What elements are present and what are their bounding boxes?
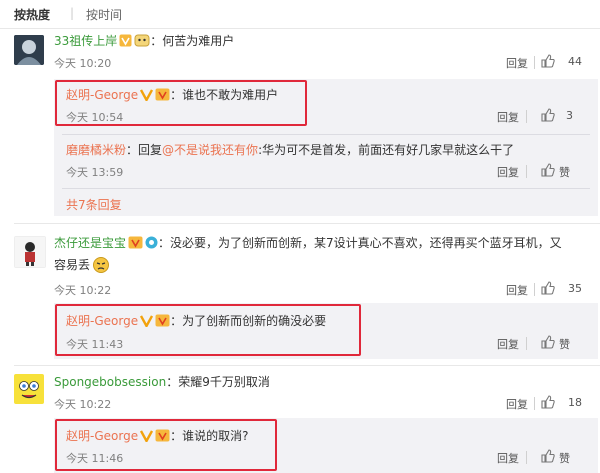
reply-text: 谁也不敢为难用户 [182, 88, 279, 102]
comment-time: 今天 10:22 [54, 284, 112, 297]
divider [14, 365, 600, 366]
reply-button[interactable]: 回复 [497, 109, 519, 125]
like-count: 44 [568, 55, 582, 68]
eye-badge-icon [145, 236, 158, 249]
like-label[interactable]: 赞 [559, 164, 570, 180]
reply-button[interactable]: 回复 [497, 336, 519, 352]
reply-line: 赵明-George ：谁也不敢为难用户 [66, 87, 278, 103]
reply-line: 磨磨橘米粉：回复@不是说我还有你:华为可不是首发，前面还有好几家早就这么干了 [66, 142, 514, 158]
verified-v-icon [140, 88, 154, 103]
reply-colon: ： [126, 143, 139, 157]
reply-button[interactable]: 回复 [497, 164, 519, 180]
vip-badge-icon [128, 236, 143, 249]
reply-prefix: 回复 [138, 143, 163, 157]
reply-colon: ： [170, 429, 183, 443]
reply-time: 今天 11:43 [66, 338, 124, 351]
avatar[interactable] [14, 236, 46, 268]
comment-line: 容易丢 [54, 257, 110, 273]
comment-author[interactable]: Spongebobsession [54, 375, 166, 389]
cat-emoji-icon [134, 34, 150, 47]
comment-colon: ： [158, 236, 171, 250]
divider [534, 283, 535, 296]
avatar-image [14, 35, 44, 65]
like-icon[interactable] [541, 281, 555, 295]
comment-time: 今天 10:20 [54, 57, 112, 70]
divider [526, 165, 527, 178]
vip-badge-icon [155, 88, 170, 101]
comment-colon: ： [166, 375, 179, 389]
avatar[interactable] [14, 374, 44, 404]
avatar-image [15, 237, 45, 267]
divider [534, 397, 535, 410]
reply-colon: ： [170, 88, 183, 102]
reply-button[interactable]: 回复 [506, 55, 528, 71]
like-icon[interactable] [541, 449, 555, 463]
like-icon[interactable] [541, 163, 555, 177]
comment-line: Spongebobsession：荣耀9千万别取消 [54, 374, 270, 390]
tab-by-time[interactable]: 按时间 [86, 6, 122, 23]
comment-text: 何苦为难用户 [162, 34, 235, 48]
vip-badge-icon [155, 429, 170, 442]
like-label[interactable]: 赞 [559, 336, 570, 352]
divider [14, 223, 600, 224]
reply-time: 今天 11:46 [66, 452, 124, 465]
reply-line: 赵明-George ：为了创新而创新的确没必要 [66, 313, 326, 329]
like-count: 18 [568, 396, 582, 409]
comment-text: 荣耀9千万别取消 [178, 375, 270, 389]
like-icon[interactable] [541, 335, 555, 349]
comment-line: 33祖传上岸 ：何苦为难用户 [54, 33, 234, 49]
divider [526, 451, 527, 464]
like-icon[interactable] [541, 54, 555, 68]
divider [534, 56, 535, 69]
comment-author[interactable]: 33祖传上岸 [54, 34, 117, 48]
reply-text: 谁说的取消? [182, 429, 249, 443]
comment-line: 杰仔还是宝宝 ：没必要，为了创新而创新，某7设计真心不喜欢，还得再买个蓝牙耳机，又 [54, 235, 562, 251]
avatar[interactable] [14, 35, 44, 65]
vip-badge-icon [119, 34, 132, 47]
tab-by-hot[interactable]: 按热度 [14, 6, 50, 23]
reply-colon: ： [170, 314, 183, 328]
reply-author[interactable]: 赵明-George [66, 429, 138, 443]
avatar-image [14, 374, 44, 404]
reply-button[interactable]: 回复 [497, 450, 519, 466]
verified-v-icon [140, 314, 154, 329]
like-label[interactable]: 赞 [559, 450, 570, 466]
reply-author[interactable]: 磨磨橘米粉 [66, 143, 126, 157]
divider [526, 110, 527, 123]
reply-author[interactable]: 赵明-George [66, 88, 138, 102]
reply-text: 为了创新而创新的确没必要 [182, 314, 327, 328]
like-count: 35 [568, 282, 582, 295]
like-icon[interactable] [541, 108, 555, 122]
like-count: 3 [566, 109, 573, 122]
comment-text-line1: 没必要，为了创新而创新，某7设计真心不喜欢，还得再买个蓝牙耳机，又 [170, 236, 562, 250]
divider [526, 337, 527, 350]
comment-text-line2: 容易丢 [54, 258, 91, 272]
reply-line: 赵明-George ：谁说的取消? [66, 428, 248, 444]
tab-separator: | [70, 6, 75, 20]
reply-time: 今天 10:54 [66, 111, 124, 124]
more-replies-label[interactable]: 共7条回复 [66, 198, 122, 212]
angry-emoji-icon [92, 257, 110, 273]
like-icon[interactable] [541, 395, 555, 409]
divider [0, 28, 600, 29]
reply-mention[interactable]: @不是说我还有你 [162, 143, 258, 157]
vip-badge-icon [155, 314, 170, 327]
divider [62, 188, 590, 189]
reply-button[interactable]: 回复 [506, 396, 528, 412]
comment-colon: ： [150, 34, 163, 48]
reply-time: 今天 13:59 [66, 166, 124, 179]
comment-author[interactable]: 杰仔还是宝宝 [54, 236, 126, 250]
comment-time: 今天 10:22 [54, 398, 112, 411]
reply-text: :华为可不是首发，前面还有好几家早就这么干了 [258, 143, 515, 157]
reply-author[interactable]: 赵明-George [66, 314, 138, 328]
verified-v-icon [140, 429, 154, 444]
more-replies-link[interactable]: 共7条回复 [66, 197, 122, 213]
reply-button[interactable]: 回复 [506, 282, 528, 298]
divider [62, 134, 590, 135]
